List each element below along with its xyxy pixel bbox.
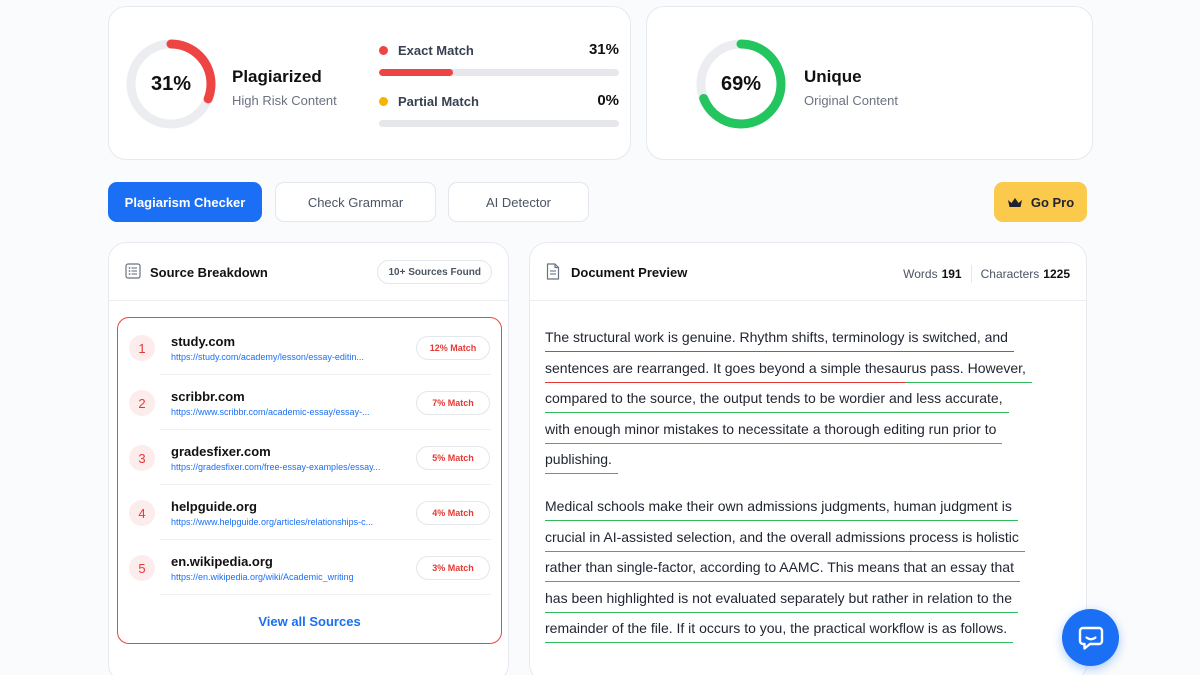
source-match-badge: 12% Match (416, 336, 490, 360)
source-url-link[interactable]: https://en.wikipedia.org/wiki/Academic_w… (171, 572, 391, 582)
characters-count: 1225 (1043, 267, 1070, 281)
tab-ai-detector[interactable]: AI Detector (448, 182, 589, 222)
plagiarized-summary-card: 31% Plagiarized High Risk Content Exact … (108, 6, 631, 160)
source-domain: gradesfixer.com (171, 444, 271, 459)
document-icon (546, 263, 560, 280)
source-url-link[interactable]: https://www.scribbr.com/academic-essay/e… (171, 407, 391, 417)
source-breakdown-header: Source Breakdown 10+ Sources Found (109, 243, 508, 301)
source-item[interactable]: 4 helpguide.org https://www.helpguide.or… (118, 485, 501, 540)
highlighted-line-partial: compared to the source, the output tends… (545, 384, 1009, 414)
document-preview-title: Document Preview (571, 265, 688, 280)
source-match-badge: 5% Match (416, 446, 490, 470)
crown-icon (1007, 197, 1022, 207)
words-label: Words (903, 267, 938, 281)
document-text: The structural work is genuine. Rhythm s… (545, 323, 1075, 661)
plagiarized-subtitle: High Risk Content (232, 93, 337, 108)
source-breakdown-panel: Source Breakdown 10+ Sources Found 1 stu… (108, 242, 509, 675)
source-domain: scribbr.com (171, 389, 245, 404)
source-domain: helpguide.org (171, 499, 257, 514)
unique-subtitle: Original Content (804, 93, 898, 108)
source-domain: study.com (171, 334, 236, 349)
exact-match-bar-fill (379, 69, 454, 76)
source-rank: 5 (129, 555, 155, 581)
exact-match-label: Exact Match (398, 43, 474, 58)
document-preview-panel: Document Preview Words 191 Characters 12… (529, 242, 1087, 675)
tab-plagiarism-checker[interactable]: Plagiarism Checker (108, 182, 262, 222)
unique-donut-chart: 69% (695, 38, 787, 130)
chat-bubble-icon (1078, 626, 1103, 650)
document-preview-header: Document Preview Words 191 Characters 12… (530, 243, 1086, 301)
plagiarized-title: Plagiarized (232, 67, 322, 86)
partial-match-bar (379, 120, 619, 127)
characters-label: Characters (980, 267, 1040, 281)
highlighted-line-partial: rather than single-factor, according to … (545, 553, 1020, 583)
source-item[interactable]: 3 gradesfixer.com https://gradesfixer.co… (118, 430, 501, 485)
partial-match-percent: 0% (597, 92, 619, 109)
document-paragraph: The structural work is genuine. Rhythm s… (545, 323, 1075, 476)
highlighted-line-partial: with enough minor mistakes to necessitat… (545, 415, 1003, 444)
highlighted-line-partial: publishing. (545, 445, 618, 475)
source-breakdown-title: Source Breakdown (150, 265, 268, 280)
highlighted-line-exact: The structural work is genuine. Rhythm s… (545, 323, 1014, 352)
tab-check-grammar[interactable]: Check Grammar (275, 182, 436, 222)
exact-match-bar (379, 69, 619, 76)
highlighted-line-partial: has been highlighted is not evaluated se… (545, 584, 1018, 613)
highlighted-line-exact: sentences are rearranged. It goes beyond… (545, 353, 1032, 383)
words-count: 191 (941, 267, 962, 281)
source-item[interactable]: 1 study.com https://study.com/academy/le… (118, 320, 501, 375)
view-all-sources-link[interactable]: View all Sources (118, 614, 501, 629)
source-rank: 3 (129, 445, 155, 471)
source-list: 1 study.com https://study.com/academy/le… (117, 317, 502, 644)
source-match-badge: 4% Match (416, 501, 490, 525)
unique-summary-card: 69% Unique Original Content (646, 6, 1093, 160)
source-url-link[interactable]: https://study.com/academy/lesson/essay-e… (171, 352, 391, 362)
partial-match-dot (379, 97, 388, 106)
highlighted-line-partial: remainder of the file. If it occurs to y… (545, 614, 1014, 644)
document-paragraph: Medical schools make their own admission… (545, 492, 1075, 645)
document-stats: Words 191 Characters 1225 (903, 265, 1070, 283)
source-url-link[interactable]: https://gradesfixer.com/free-essay-examp… (171, 462, 391, 472)
source-rank: 4 (129, 500, 155, 526)
exact-match-dot (379, 46, 388, 55)
highlighted-line-partial: Medical schools make their own admission… (545, 492, 1018, 521)
source-match-badge: 3% Match (416, 556, 490, 580)
go-pro-button[interactable]: Go Pro (994, 182, 1087, 222)
partial-match-label: Partial Match (398, 94, 479, 109)
highlighted-line-partial: crucial in AI-assisted selection, and th… (545, 523, 1025, 552)
plagiarized-percent: 31% (150, 72, 192, 95)
chat-button[interactable] (1062, 609, 1119, 666)
plagiarized-donut-chart: 31% (125, 38, 217, 130)
source-rank: 1 (129, 335, 155, 361)
go-pro-label: Go Pro (1030, 194, 1075, 210)
source-item[interactable]: 5 en.wikipedia.org https://en.wikipedia.… (118, 540, 501, 595)
list-icon (125, 263, 141, 279)
unique-percent: 69% (720, 72, 762, 95)
source-url-link[interactable]: https://www.helpguide.org/articles/relat… (171, 517, 391, 527)
source-item[interactable]: 2 scribbr.com https://www.scribbr.com/ac… (118, 375, 501, 430)
unique-title: Unique (804, 67, 862, 86)
source-rank: 2 (129, 390, 155, 416)
sources-found-badge: 10+ Sources Found (377, 260, 492, 284)
source-match-badge: 7% Match (416, 391, 490, 415)
source-domain: en.wikipedia.org (171, 554, 273, 569)
exact-match-percent: 31% (588, 41, 619, 58)
